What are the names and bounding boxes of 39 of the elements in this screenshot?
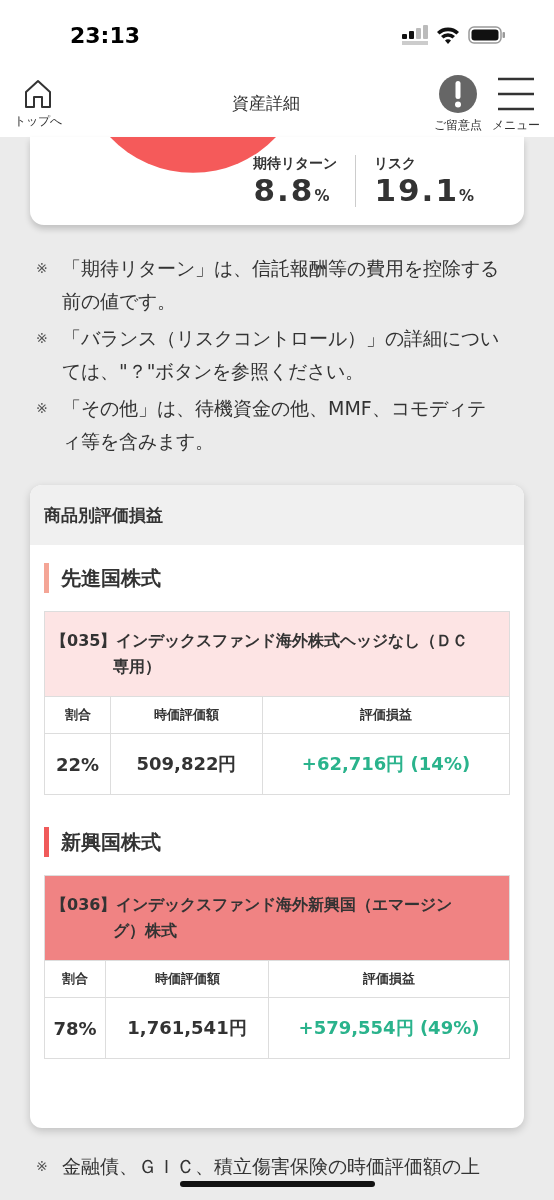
column-header: 割合 — [45, 697, 111, 734]
table-cell: 22% — [45, 734, 111, 794]
note-text: 金融債、ＧＩＣ、積立傷害保険の時価評価額の上 — [62, 1154, 480, 1178]
exclamation-icon — [438, 73, 478, 114]
home-icon — [22, 77, 54, 110]
home-button[interactable]: トップへ — [14, 77, 62, 130]
alert-button[interactable]: ご留意点 — [434, 73, 482, 134]
card-header: 商品別評価損益 — [30, 485, 524, 545]
clock-time: 23:13 — [70, 22, 141, 48]
table-cell: 1,761,541円 — [106, 998, 269, 1058]
table-cell-text: +62,716円 (14%) — [300, 752, 472, 776]
metric-value: 19.1% — [374, 173, 476, 208]
note-text: 「バランス（リスクコントロール）」の詳細については、"？"ボタンを参照ください。 — [62, 326, 500, 384]
fund-name: 【035】インデックスファンド海外株式ヘッジなし（ＤＣ専用） — [44, 611, 510, 697]
column-header: 時価評価額 — [111, 697, 263, 734]
column-header: 割合 — [45, 961, 106, 998]
battery-icon — [468, 26, 506, 44]
table-cell-text: +579,554円 (49%) — [297, 1016, 481, 1040]
section-title: 新興国株式 — [61, 828, 161, 856]
note-text: 「その他」は、待機資金の他、MMF、コモディティ等を含みます。 — [62, 396, 487, 454]
note-text: 「期待リターン」は、信託報酬等の費用を控除する前の値です。 — [62, 256, 500, 314]
column-header: 時価評価額 — [106, 961, 269, 998]
metric-label: リスク — [374, 155, 418, 173]
wifi-icon — [436, 26, 460, 44]
note-mark: ※ — [36, 259, 49, 278]
note-mark: ※ — [36, 399, 49, 418]
fund-name: 【036】インデックスファンド海外新興国（エマージング）株式 — [44, 875, 510, 961]
metric-value: 8.8% — [253, 173, 333, 208]
note-mark: ※ — [36, 329, 49, 348]
table-cell: 509,822円 — [111, 734, 263, 794]
section-title: 先進国株式 — [61, 564, 161, 592]
signal-icon — [402, 25, 428, 45]
table-cell: 78% — [45, 998, 106, 1058]
note-mark: ※ — [36, 1157, 49, 1176]
page-title: 資産詳細 — [231, 92, 301, 115]
menu-button[interactable]: メニュー — [492, 73, 540, 134]
column-header: 評価損益 — [269, 961, 509, 998]
metric-label: 期待リターン — [253, 155, 338, 173]
column-header: 評価損益 — [263, 697, 509, 734]
